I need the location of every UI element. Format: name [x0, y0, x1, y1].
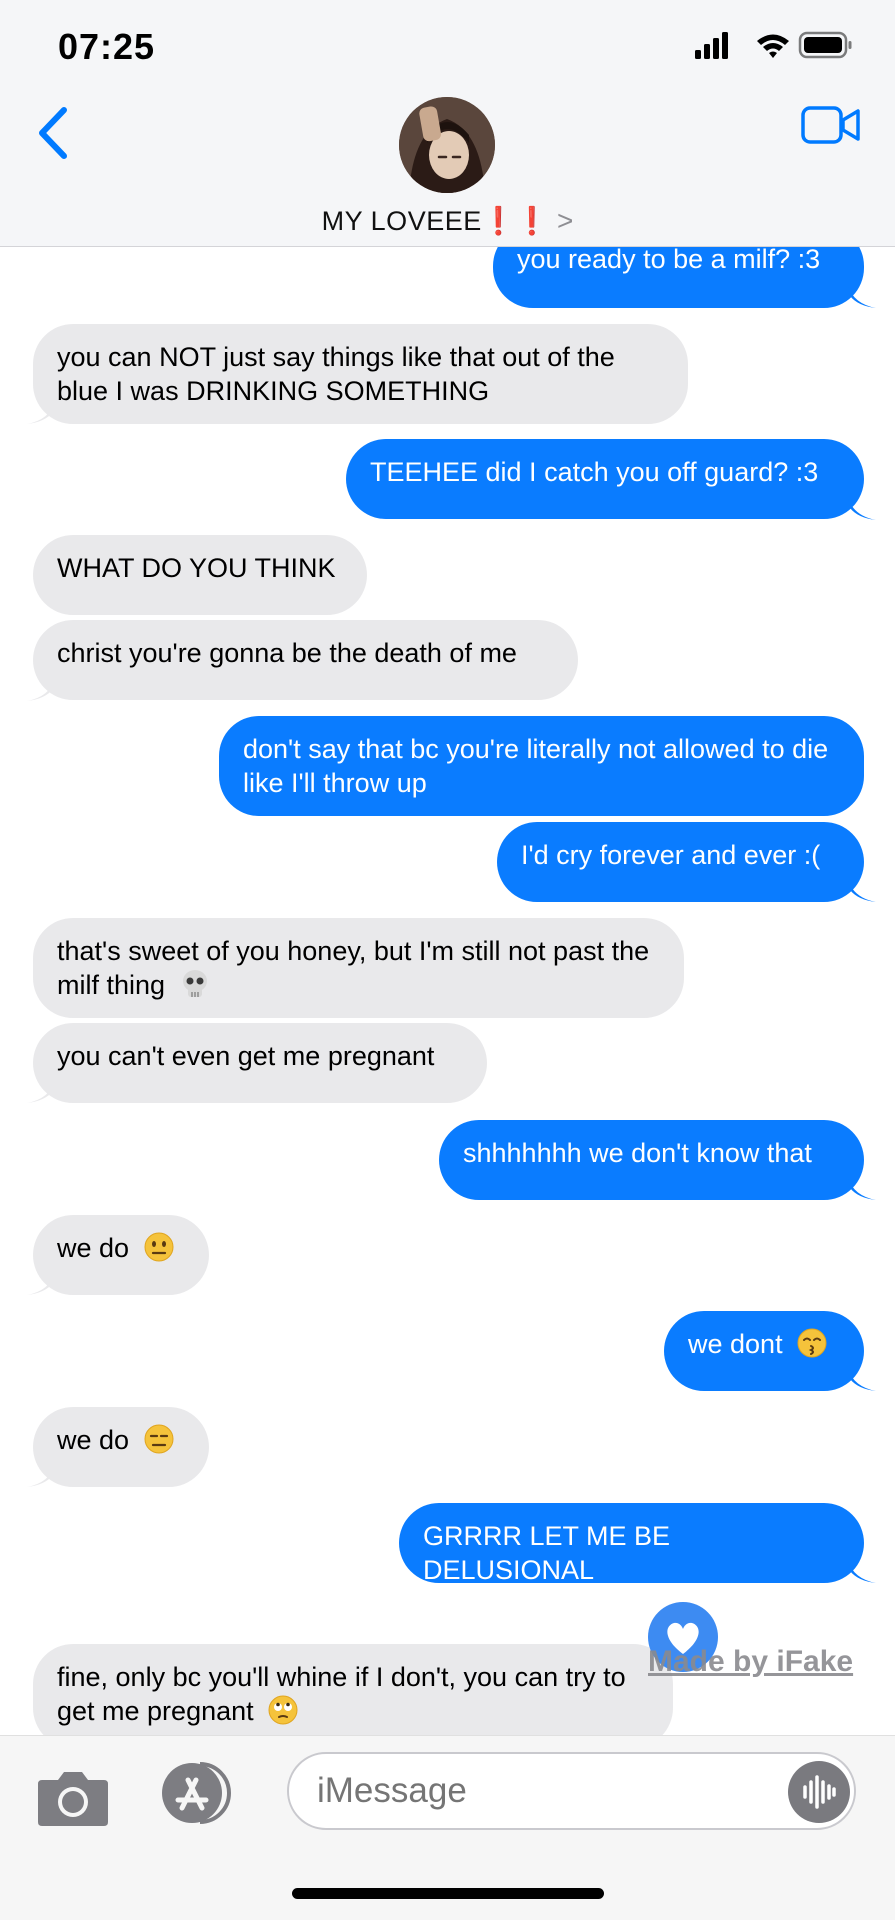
expressionless-face-emoji-icon: [144, 1424, 174, 1454]
message-text: that's sweet of you honey, but I'm still…: [57, 936, 650, 1000]
message-text: you can't even get me pregnant: [57, 1041, 435, 1071]
status-icons: [695, 31, 852, 59]
message-text: we do: [57, 1425, 130, 1455]
back-chevron-icon[interactable]: [34, 104, 74, 164]
facetime-video-icon[interactable]: [801, 104, 861, 146]
bubble-tail: [27, 1273, 55, 1295]
waveform-icon: [803, 1775, 836, 1809]
camera-icon[interactable]: [36, 1766, 110, 1828]
message-text: you can NOT just say things like that ou…: [57, 342, 615, 406]
message-bubble-outgoing[interactable]: I'd cry forever and ever :(: [497, 822, 864, 902]
message-bubble-incoming[interactable]: we do: [33, 1215, 209, 1295]
compose-bar: [0, 1735, 895, 1920]
home-indicator[interactable]: [292, 1888, 604, 1899]
message-text: don't say that bc you're literally not a…: [243, 734, 829, 798]
contact-avatar[interactable]: [399, 97, 495, 193]
kissing-face-emoji-icon: [797, 1328, 827, 1358]
message-bubble-outgoing[interactable]: TEEHEE did I catch you off guard? :3: [346, 439, 864, 519]
message-bubble-incoming[interactable]: fine, only bc you'll whine if I don't, y…: [33, 1644, 673, 1735]
message-bubble-incoming[interactable]: that's sweet of you honey, but I'm still…: [33, 918, 684, 1018]
bubble-tail: [848, 286, 876, 308]
bubble-tail: [27, 1081, 55, 1103]
cellular-signal-icon: [695, 32, 728, 59]
status-time: 07:25: [58, 26, 156, 67]
audio-message-button[interactable]: [788, 1761, 850, 1823]
imessage-input[interactable]: [287, 1752, 856, 1830]
message-text: GRRRR LET ME BE DELUSIONAL: [423, 1521, 671, 1585]
message-bubble-incoming[interactable]: WHAT DO YOU THINK: [33, 535, 367, 615]
watermark: Made by iFake: [648, 1602, 868, 1682]
bubble-tail: [848, 880, 876, 902]
conversation-header: 07:25 MY LOVEEE❗❗ >: [0, 0, 895, 247]
message-thread[interactable]: you ready to be a milf? :3 you can NOT j…: [0, 0, 895, 1735]
bubble-tail: [848, 1369, 876, 1391]
bubble-tail: [27, 402, 55, 424]
battery-icon: [798, 31, 852, 59]
message-text: I'd cry forever and ever :(: [521, 840, 821, 870]
message-bubble-outgoing[interactable]: we dont: [664, 1311, 864, 1391]
bubble-tail: [848, 498, 876, 520]
message-bubble-incoming[interactable]: we do: [33, 1407, 209, 1487]
neutral-face-emoji-icon: [144, 1232, 174, 1262]
message-text: we dont: [688, 1329, 783, 1359]
message-bubble-outgoing[interactable]: don't say that bc you're literally not a…: [219, 716, 864, 816]
message-text: shhhhhhh we don't know that: [463, 1138, 812, 1168]
message-text: WHAT DO YOU THINK: [57, 553, 336, 583]
message-bubble-incoming[interactable]: you can't even get me pregnant: [33, 1023, 487, 1103]
message-text: you ready to be a milf? :3: [517, 244, 821, 274]
eye-roll-emoji-icon: [268, 1695, 298, 1725]
bubble-tail: [27, 1465, 55, 1487]
message-bubble-outgoing[interactable]: GRRRR LET ME BE DELUSIONAL: [399, 1503, 864, 1585]
bubble-tail: [848, 1561, 876, 1583]
message-text: TEEHEE did I catch you off guard? :3: [370, 457, 819, 487]
bubble-tail: [27, 679, 55, 701]
message-bubble-incoming[interactable]: you can NOT just say things like that ou…: [33, 324, 688, 424]
contact-chevron-icon: >: [556, 205, 574, 236]
message-text: christ you're gonna be the death of me: [57, 638, 517, 668]
bubble-tail: [848, 1178, 876, 1200]
app-store-icon[interactable]: [156, 1760, 240, 1826]
contact-name-emoji: ❗❗: [481, 206, 549, 236]
message-bubble-outgoing[interactable]: shhhhhhh we don't know that: [439, 1120, 864, 1200]
contact-name-row[interactable]: MY LOVEEE❗❗ >: [0, 205, 895, 237]
message-text: fine, only bc you'll whine if I don't, y…: [57, 1662, 626, 1726]
skull-emoji-icon: [182, 970, 207, 997]
wifi-icon: [757, 34, 789, 58]
contact-name: MY LOVEEE: [321, 206, 482, 236]
message-text: we do: [57, 1233, 130, 1263]
message-bubble-incoming[interactable]: christ you're gonna be the death of me: [33, 620, 578, 700]
watermark-text: Made by iFake: [648, 1645, 854, 1678]
